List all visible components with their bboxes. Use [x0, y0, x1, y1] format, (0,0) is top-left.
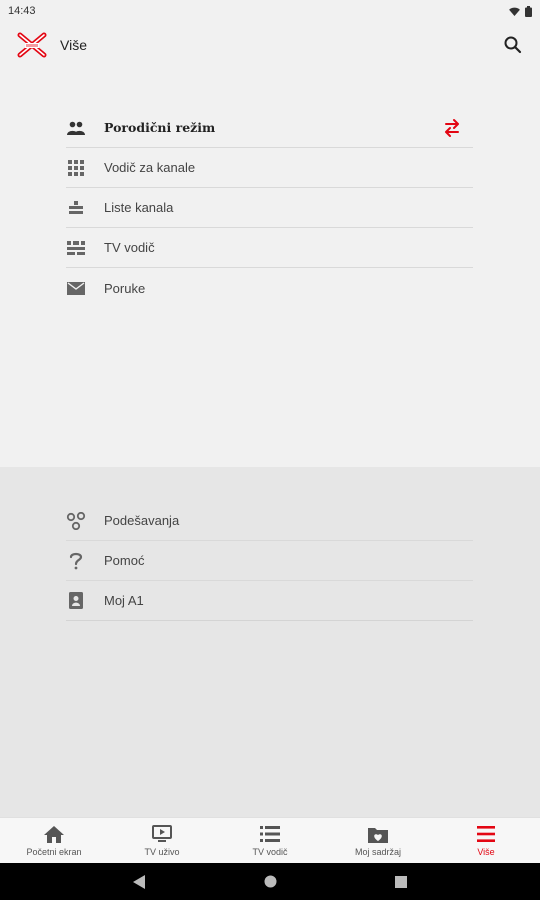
- menu-item-label: Moj A1: [104, 593, 144, 608]
- mail-icon: [66, 278, 86, 298]
- channel-list-icon: [66, 198, 86, 218]
- help-icon: [66, 551, 86, 571]
- menu-item-channel-lists[interactable]: Liste kanala: [66, 188, 473, 228]
- list-icon: [259, 824, 281, 844]
- status-bar: 14:43: [0, 0, 540, 22]
- system-nav-bar: [0, 863, 540, 900]
- switch-icon[interactable]: [443, 118, 461, 138]
- nav-home[interactable]: Početni ekran: [0, 818, 108, 863]
- nav-tv-guide[interactable]: TV vodič: [216, 818, 324, 863]
- menu-item-settings[interactable]: Podešavanja: [66, 501, 473, 541]
- nav-label: TV vodič: [252, 847, 288, 857]
- battery-icon: [525, 5, 532, 17]
- nav-label: Početni ekran: [26, 847, 82, 857]
- nav-live-tv[interactable]: TV uživo: [108, 818, 216, 863]
- tv-guide-icon: [66, 238, 86, 258]
- grid-icon: [66, 158, 86, 178]
- search-icon[interactable]: [502, 34, 524, 56]
- nav-label: TV uživo: [144, 847, 180, 857]
- nav-more[interactable]: Više: [432, 818, 540, 863]
- status-time: 14:43: [8, 5, 36, 17]
- menu-item-help[interactable]: Pomoć: [66, 541, 473, 581]
- home-icon: [43, 824, 65, 844]
- back-icon[interactable]: [133, 874, 146, 889]
- menu-icon: [475, 824, 497, 844]
- status-icons: [509, 5, 532, 17]
- a1-xtv-logo: [17, 32, 47, 58]
- menu-secondary: Podešavanja Pomoć Moj A1: [0, 467, 540, 817]
- menu-item-label: Porodični režim: [104, 120, 216, 135]
- account-icon: [66, 591, 86, 611]
- menu-item-label: Poruke: [104, 280, 146, 296]
- nav-my-content[interactable]: Moj sadržaj: [324, 818, 432, 863]
- app-bar: Više: [0, 22, 540, 68]
- menu-primary: Porodični režim Vodič za kanale Liste ka…: [0, 108, 540, 467]
- menu-item-tv-guide[interactable]: TV vodič: [66, 228, 473, 268]
- menu-item-label: Liste kanala: [104, 200, 174, 215]
- bottom-nav: Početni ekran TV uživo TV vodič Moj sadr…: [0, 817, 540, 863]
- wifi-icon: [509, 7, 520, 16]
- menu-item-family-mode[interactable]: Porodični režim: [66, 108, 473, 148]
- heart-folder-icon: [367, 824, 389, 844]
- menu-item-my-a1[interactable]: Moj A1: [66, 581, 473, 621]
- menu-item-label: Vodič za kanale: [104, 160, 196, 175]
- family-icon: [66, 118, 86, 138]
- page-title: Više: [60, 37, 87, 53]
- settings-icon: [66, 511, 86, 531]
- menu-item-label: TV vodič: [104, 240, 155, 255]
- live-tv-icon: [151, 824, 173, 844]
- menu-item-channel-guide[interactable]: Vodič za kanale: [66, 148, 473, 188]
- menu-item-label: Pomoć: [104, 553, 145, 568]
- menu-item-messages[interactable]: Poruke: [66, 268, 473, 308]
- home-circle-icon[interactable]: [264, 875, 277, 888]
- nav-label: Više: [477, 847, 495, 857]
- nav-label: Moj sadržaj: [354, 847, 401, 857]
- menu-item-label: Podešavanja: [104, 513, 180, 528]
- recents-icon[interactable]: [395, 875, 407, 888]
